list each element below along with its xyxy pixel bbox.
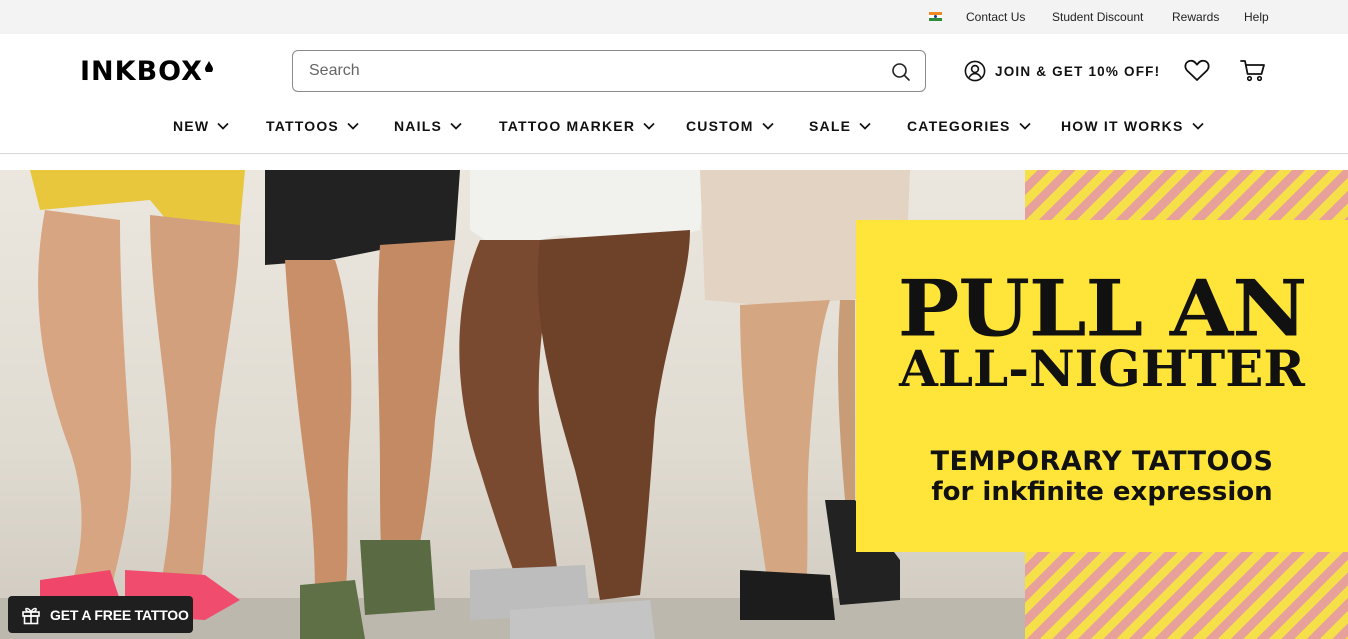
chevron-down-icon [217, 122, 229, 130]
promo-panel: PULL AN ALL-NIGHTER TEMPORARY TATTOOS fo… [856, 220, 1348, 552]
chevron-down-icon [1018, 122, 1031, 130]
chevron-down-icon [450, 122, 462, 130]
nav-label: TATTOO MARKER [499, 118, 636, 134]
chevron-down-icon [762, 122, 774, 130]
rewards-link[interactable]: Rewards [1172, 10, 1219, 24]
chevron-down-icon [347, 122, 359, 130]
get-free-tattoo-button[interactable]: GET A FREE TATTOO [8, 596, 193, 633]
join-label: JOIN & GET 10% OFF! [995, 63, 1161, 79]
help-link[interactable]: Help [1244, 10, 1269, 24]
gift-icon [22, 607, 40, 624]
contact-us-link[interactable]: Contact Us [966, 10, 1025, 24]
hero-subhead-1: TEMPORARY TATTOOS [930, 446, 1274, 477]
nav-categories[interactable]: CATEGORIES [907, 118, 1031, 134]
nav-label: NEW [173, 118, 210, 134]
header-divider [0, 153, 1348, 154]
ink-drop-icon [204, 60, 213, 72]
hero-subhead-2: for inkfinite expression [931, 477, 1273, 507]
nav-label: SALE [809, 118, 852, 134]
nav-new[interactable]: NEW [173, 118, 229, 134]
nav-label: CUSTOM [686, 118, 754, 134]
nav-label: HOW IT WORKS [1061, 118, 1184, 134]
utility-bar: Contact Us Student Discount Rewards Help [0, 0, 1348, 34]
search-input[interactable] [309, 60, 869, 82]
join-account-link[interactable]: JOIN & GET 10% OFF! [964, 60, 1160, 82]
nav-sale[interactable]: SALE [809, 118, 871, 134]
nav-label: NAILS [394, 118, 442, 134]
nav-tattoos[interactable]: TATTOOS [266, 118, 359, 134]
india-flag-icon[interactable] [929, 12, 942, 21]
nav-how-it-works[interactable]: HOW IT WORKS [1061, 118, 1204, 134]
nav-tattoo-marker[interactable]: TATTOO MARKER [499, 118, 655, 134]
search-bar [292, 50, 926, 92]
logo-text: INKBOX [80, 55, 203, 87]
chevron-down-icon [1191, 122, 1204, 130]
account-icon [964, 60, 986, 82]
wishlist-heart-icon[interactable] [1184, 59, 1210, 87]
hero-banner[interactable]: PULL AN ALL-NIGHTER TEMPORARY TATTOOS fo… [0, 170, 1348, 639]
cart-icon[interactable] [1240, 59, 1266, 87]
chevron-down-icon [643, 122, 655, 130]
student-discount-link[interactable]: Student Discount [1052, 10, 1143, 24]
chevron-down-icon [859, 122, 871, 130]
hero-headline-2: ALL-NIGHTER [899, 339, 1305, 398]
hero-headline-1: PULL AN [897, 263, 1308, 355]
get-free-tattoo-label: GET A FREE TATTOO [50, 606, 189, 623]
nav-label: CATEGORIES [907, 118, 1011, 134]
nav-nails[interactable]: NAILS [394, 118, 462, 134]
nav-custom[interactable]: CUSTOM [686, 118, 774, 134]
search-icon[interactable] [891, 62, 911, 82]
nav-label: TATTOOS [266, 118, 339, 134]
inkbox-logo[interactable]: INKBOX [80, 55, 213, 87]
main-nav: NEW TATTOOS NAILS TATTOO MARKER CUSTOM S… [0, 108, 1348, 144]
